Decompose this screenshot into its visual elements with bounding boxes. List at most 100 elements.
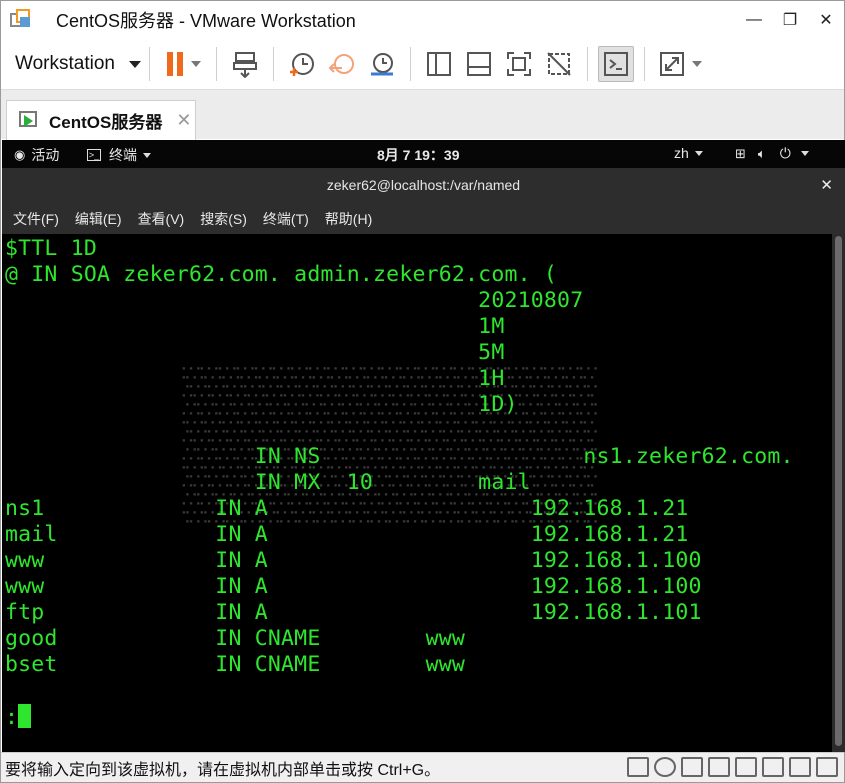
menu-search[interactable]: 搜索(S) bbox=[200, 209, 247, 229]
unity-button[interactable] bbox=[541, 46, 577, 82]
terminal-line: good IN CNAME www bbox=[5, 626, 466, 651]
workstation-menu-label: Workstation bbox=[15, 53, 115, 74]
chevron-down-icon bbox=[128, 60, 141, 68]
menu-help[interactable]: 帮助(H) bbox=[325, 209, 372, 229]
full-screen-icon bbox=[506, 52, 531, 76]
menu-file[interactable]: 文件(F) bbox=[13, 209, 59, 229]
terminal-line: 5M bbox=[5, 340, 505, 365]
terminal-prompt-line: : bbox=[5, 704, 32, 730]
printer-icon[interactable] bbox=[735, 757, 757, 777]
toolbar-divider bbox=[586, 47, 588, 81]
chevron-down-icon bbox=[800, 151, 809, 156]
terminal-line: mail IN A 192.168.1.21 bbox=[5, 522, 689, 547]
tab-centos-server[interactable]: CentOS服务器 ✕ bbox=[6, 100, 196, 140]
terminal-line: 20210807 bbox=[5, 288, 584, 313]
snapshot-button[interactable] bbox=[284, 46, 320, 82]
input-method-label: zh bbox=[674, 145, 689, 161]
activities-button[interactable]: ◉ 活动 bbox=[14, 145, 59, 165]
terminal-line: ftp IN A 192.168.1.101 bbox=[5, 600, 702, 625]
toolbar-divider bbox=[272, 47, 274, 81]
network-icon: ⊞ bbox=[735, 145, 746, 161]
console-view-button[interactable] bbox=[597, 46, 634, 82]
send-ctrl-alt-del-button[interactable] bbox=[227, 46, 263, 82]
system-menu[interactable]: ⊞ 🔈︎ ⏻ bbox=[735, 145, 809, 162]
chevron-down-icon bbox=[143, 152, 151, 158]
stretch-guest-button[interactable] bbox=[655, 46, 705, 82]
snapshot-manager-button[interactable] bbox=[364, 46, 400, 82]
terminal-line: ns1 IN A 192.168.1.21 bbox=[5, 496, 689, 521]
stretch-icon bbox=[659, 52, 684, 76]
vm-tab-strip: CentOS服务器 ✕ bbox=[1, 89, 844, 140]
terminal-app-label: 终端 bbox=[109, 147, 137, 163]
cd-dvd-icon[interactable] bbox=[654, 757, 676, 777]
terminal-content[interactable]: ▪ ▪ ▪▪ ▪ ▪▪ ▪ ▪▪ ▪ ▪▪ ▪ ▪▪ ▪ ▪▪ ▪ ▪▪ ▪ ▪… bbox=[2, 234, 832, 752]
status-bar: 要将输入定向到该虚拟机，请在虚拟机内部单击或按 Ctrl+G。 bbox=[1, 752, 844, 782]
sound-card-icon[interactable] bbox=[762, 757, 784, 777]
terminal-menu-bar: 文件(F) 编辑(E) 查看(V) 搜索(S) 终端(T) 帮助(H) bbox=[2, 204, 845, 234]
network-adapter-2-icon[interactable] bbox=[708, 757, 730, 777]
snapshot-manager-icon bbox=[370, 53, 393, 76]
terminal-line: 1M bbox=[5, 314, 505, 339]
chevron-down-icon bbox=[190, 61, 201, 67]
menu-view[interactable]: 查看(V) bbox=[138, 209, 185, 229]
vm-screen[interactable]: ◉ 活动 >_ 终端 8月 7 19：39 zh ⊞ 🔈︎ ⏻ zeker62@… bbox=[2, 140, 845, 752]
pause-button[interactable] bbox=[160, 46, 206, 82]
workstation-menu[interactable]: Workstation bbox=[15, 53, 141, 75]
toolbar-divider bbox=[148, 47, 150, 81]
title-bar: CentOS服务器 - VMware Workstation — ❐ ✕ bbox=[1, 1, 844, 39]
snapshot-clock-icon bbox=[289, 53, 314, 76]
gnome-logo-icon: ◉ bbox=[14, 147, 26, 162]
text-cursor bbox=[18, 704, 32, 728]
chevron-down-icon bbox=[694, 150, 703, 156]
revert-snapshot-button[interactable] bbox=[324, 46, 360, 82]
terminal-line: $TTL 1D bbox=[5, 236, 98, 261]
minimize-button[interactable]: — bbox=[736, 1, 772, 39]
bottom-panel-icon bbox=[466, 52, 491, 76]
toolbar: Workstation bbox=[1, 39, 844, 89]
scrollbar-thumb[interactable] bbox=[835, 236, 842, 746]
power-icon: ⏻ bbox=[779, 145, 791, 161]
maximize-button[interactable]: ❐ bbox=[772, 1, 808, 39]
status-message: 要将输入定向到该虚拟机，请在虚拟机内部单击或按 Ctrl+G。 bbox=[5, 761, 441, 779]
chevron-down-icon bbox=[691, 61, 702, 67]
terminal-window: zeker62@localhost:/var/named ✕ 文件(F) 编辑(… bbox=[2, 168, 845, 752]
pause-icon bbox=[166, 52, 173, 76]
close-icon[interactable]: ✕ bbox=[176, 110, 191, 131]
terminal-app-menu[interactable]: >_ 终端 bbox=[87, 145, 151, 165]
unity-off-icon bbox=[547, 52, 571, 76]
thumbnail-bar-button[interactable] bbox=[461, 46, 497, 82]
terminal-close-button[interactable]: ✕ bbox=[820, 176, 833, 194]
full-screen-button[interactable] bbox=[501, 46, 537, 82]
clock[interactable]: 8月 7 19：39 bbox=[377, 145, 460, 165]
terminal-title: zeker62@localhost:/var/named bbox=[2, 168, 845, 204]
network-adapter-icon[interactable] bbox=[681, 757, 703, 777]
terminal-line: IN NS ns1.zeker62.com. bbox=[5, 444, 794, 469]
menu-edit[interactable]: 编辑(E) bbox=[75, 209, 122, 229]
revert-snapshot-icon bbox=[328, 54, 354, 74]
terminal-line: bset IN CNAME www bbox=[5, 652, 466, 677]
sidebar-layout-icon bbox=[426, 52, 451, 76]
terminal-line: 1D) bbox=[5, 392, 518, 417]
terminal-line: 1H bbox=[5, 366, 505, 391]
close-button[interactable]: ✕ bbox=[808, 1, 844, 39]
toolbar-divider bbox=[215, 47, 217, 81]
input-method-menu[interactable]: zh bbox=[674, 145, 703, 161]
vmware-window: CentOS服务器 - VMware Workstation — ❐ ✕ Wor… bbox=[0, 0, 845, 783]
tab-label: CentOS服务器 bbox=[49, 113, 163, 132]
send-keys-icon bbox=[232, 52, 257, 78]
vi-command-prompt: : bbox=[5, 705, 19, 730]
display-icon[interactable] bbox=[789, 757, 811, 777]
message-log-icon[interactable] bbox=[816, 757, 838, 777]
library-view-button[interactable] bbox=[421, 46, 457, 82]
hard-disk-icon[interactable] bbox=[627, 757, 649, 777]
vmware-logo-icon bbox=[10, 9, 32, 31]
terminal-line: www IN A 192.168.1.100 bbox=[5, 574, 702, 599]
toolbar-divider bbox=[409, 47, 411, 81]
vm-running-icon bbox=[19, 110, 41, 131]
menu-terminal[interactable]: 终端(T) bbox=[263, 209, 309, 229]
window-title: CentOS服务器 - VMware Workstation bbox=[56, 11, 356, 31]
terminal-scrollbar[interactable] bbox=[832, 234, 845, 752]
terminal-line: IN MX 10 mail bbox=[5, 470, 531, 495]
volume-icon: 🔈︎ bbox=[757, 145, 766, 161]
terminal-icon bbox=[603, 52, 628, 76]
